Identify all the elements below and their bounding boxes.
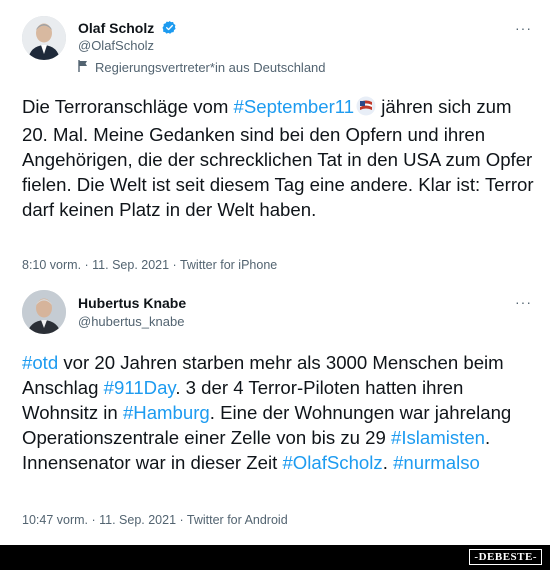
tweet-timestamp[interactable]: 10:47 vorm. · 11. Sep. 2021 · Twitter fo… — [22, 513, 288, 527]
author-handle[interactable]: @hubertus_knabe — [78, 314, 184, 329]
author-handle[interactable]: @OlafScholz — [78, 38, 154, 53]
government-label: Regierungsvertreter*in aus Deutschland — [78, 60, 326, 75]
watermark-logo: -DEBESTE- — [469, 549, 542, 565]
footer-bar: -DEBESTE- — [0, 545, 550, 570]
author-name[interactable]: Hubertus Knabe — [78, 295, 186, 311]
flag-emoji-icon — [356, 96, 376, 122]
tweet-text: #otd vor 20 Jahren starben mehr als 3000… — [22, 350, 534, 475]
hashtag-link[interactable]: #nurmalso — [393, 452, 480, 473]
more-options-icon[interactable]: ··· — [515, 294, 532, 310]
hashtag-link[interactable]: #September11 — [234, 96, 355, 117]
avatar-olaf-scholz[interactable] — [22, 16, 66, 60]
tweet-text-segment: Die Terroranschläge vom — [22, 96, 234, 117]
verified-badge-icon — [162, 20, 177, 38]
tweet-text-segment: . — [382, 452, 394, 473]
tweet-hubertus-knabe: Hubertus Knabe @hubertus_knabe ··· #otd … — [0, 283, 550, 545]
hashtag-link[interactable]: #Islamisten — [391, 427, 485, 448]
avatar-hubertus-knabe[interactable] — [22, 290, 66, 334]
tweet-text: Die Terroranschläge vom #September11 jäh… — [22, 94, 534, 222]
hashtag-link[interactable]: #911Day — [104, 377, 176, 398]
more-options-icon[interactable]: ··· — [515, 20, 532, 36]
hashtag-link[interactable]: #otd — [22, 352, 58, 373]
government-label-text: Regierungsvertreter*in aus Deutschland — [95, 60, 326, 75]
tweet-olaf-scholz: Olaf Scholz @OlafScholz ··· Regierungsve… — [0, 0, 550, 283]
hashtag-link[interactable]: #OlafScholz — [282, 452, 382, 473]
flag-icon — [78, 60, 89, 75]
tweet-timestamp[interactable]: 8:10 vorm. · 11. Sep. 2021 · Twitter for… — [22, 258, 277, 272]
author-name[interactable]: Olaf Scholz — [78, 20, 177, 38]
hashtag-link[interactable]: #Hamburg — [123, 402, 210, 423]
